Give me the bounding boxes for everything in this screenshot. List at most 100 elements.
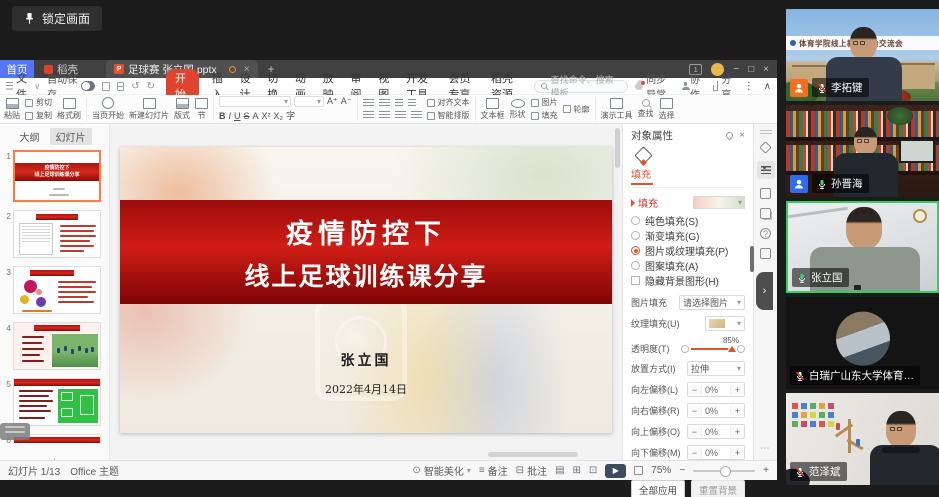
select-button[interactable]: 选择 — [659, 98, 675, 121]
fill-option-gradient[interactable]: 渐变填充(G) — [631, 228, 745, 243]
strikethrough-button[interactable]: S — [244, 111, 250, 121]
close-panel-icon[interactable]: × — [739, 130, 745, 141]
minus-icon[interactable]: − — [688, 385, 701, 395]
char-effect-button[interactable]: 字 — [286, 109, 295, 122]
tab-slides[interactable]: 幻灯片 — [50, 128, 92, 145]
outdent-icon[interactable] — [408, 99, 416, 108]
zoom-slider[interactable] — [693, 470, 755, 472]
redo-icon[interactable]: ↻ — [147, 81, 155, 92]
justify-icon[interactable] — [411, 111, 422, 120]
placement-select[interactable]: 拉伸▾ — [687, 361, 745, 376]
pin-panel-icon[interactable] — [725, 131, 735, 141]
collapse-panel-tab[interactable]: › — [756, 272, 773, 310]
decrease-font-button[interactable]: A⁻ — [341, 96, 352, 107]
plus-icon[interactable]: + — [731, 448, 744, 458]
start-from-page-button[interactable]: 当页开始 — [92, 97, 124, 121]
lock-screen-button[interactable]: 锁定画面 — [12, 6, 102, 31]
video-tile-participant-5[interactable]: 范泽斌 — [786, 393, 939, 485]
fill-option-pattern[interactable]: 图案填充(A) — [631, 258, 745, 273]
fit-slide-icon[interactable] — [634, 466, 643, 475]
more-panes-icon[interactable]: ⋯ — [761, 443, 771, 454]
smart-beautify-button[interactable]: ⊙智能美化▾ — [412, 463, 470, 478]
undo-icon[interactable]: ↺ — [131, 81, 139, 92]
selection-pane-icon[interactable] — [760, 208, 771, 219]
clipart-pane-icon[interactable] — [760, 248, 771, 259]
picture-fill-select[interactable]: 请选择图片▾ — [679, 295, 745, 310]
layout-button[interactable]: 版式 — [174, 98, 190, 121]
slider-handle[interactable] — [728, 346, 736, 352]
print-icon[interactable] — [117, 82, 124, 91]
slideshow-play-button[interactable]: ▶ — [605, 464, 626, 478]
align-left-icon[interactable] — [363, 111, 374, 120]
video-tile-participant-4[interactable]: 白瑞广山东大学体育… — [786, 297, 939, 389]
reading-view-button[interactable]: ⊡ — [589, 465, 597, 476]
fill-color-swatch[interactable]: ▾ — [693, 196, 745, 209]
texture-fill-select[interactable]: ▾ — [705, 316, 745, 331]
minus-icon[interactable]: − — [688, 406, 701, 416]
underline-button[interactable]: U — [234, 111, 241, 121]
align-center-icon[interactable] — [379, 111, 390, 120]
plus-icon[interactable]: + — [731, 406, 744, 416]
italic-button[interactable]: I — [229, 111, 232, 121]
command-search-box[interactable]: 查找命令、搜索模板 — [534, 80, 629, 93]
theme-name[interactable]: Office 主题 — [70, 463, 119, 478]
comments-button[interactable]: ⊟批注 — [516, 463, 547, 478]
slide-thumbnail-4[interactable]: 4 — [0, 322, 109, 378]
increase-font-button[interactable]: A⁺ — [327, 96, 338, 107]
autosave-toggle[interactable] — [81, 81, 96, 91]
panel-splitter-handle[interactable] — [750, 246, 754, 272]
save-icon[interactable] — [102, 82, 109, 91]
textbox-button[interactable]: 文本框 — [481, 98, 505, 121]
decrease-icon[interactable] — [681, 345, 689, 353]
bullet-list-icon[interactable] — [363, 99, 374, 108]
collapse-ribbon-icon[interactable]: ∧ — [764, 81, 771, 92]
slide-thumbnail-1[interactable]: 1 疫情防控下 线上足球训练课分享 — [0, 150, 109, 210]
zoom-in-button[interactable]: + — [763, 465, 769, 476]
slide-title-banner[interactable]: 疫情防控下 线上足球训练课分享 — [120, 200, 612, 304]
slide-canvas[interactable]: 疫情防控下 线上足球训练课分享 张立国 2022年4月14日 — [110, 124, 622, 460]
reset-background-button[interactable]: 重置背景 — [691, 480, 745, 497]
fill-option-solid[interactable]: 纯色填充(S) — [631, 213, 745, 228]
video-tile-participant-3-active-speaker[interactable]: 张立国 — [786, 201, 939, 293]
paste-button[interactable]: 粘贴 — [4, 98, 20, 121]
zoom-level[interactable]: 75% — [651, 465, 671, 476]
panel-tab-fill[interactable]: 填充 — [631, 143, 745, 188]
object-properties-pane-icon[interactable] — [757, 161, 775, 179]
fill-option-picture[interactable]: 图片或纹理填充(P) — [631, 243, 745, 258]
bold-button[interactable]: B — [219, 111, 226, 121]
plus-icon[interactable]: + — [731, 427, 744, 437]
transparency-slider[interactable]: 85% — [681, 345, 745, 353]
superscript-button[interactable]: X² — [262, 111, 271, 121]
font-family-select[interactable]: ▾ — [219, 96, 291, 107]
format-painter-button[interactable]: 格式刷 — [57, 98, 81, 121]
cut-button[interactable]: 剪切 — [25, 97, 52, 108]
normal-view-button[interactable]: ▤ — [555, 465, 564, 476]
minus-icon[interactable]: − — [688, 448, 701, 458]
tab-outline[interactable]: 大纲 — [18, 128, 42, 145]
shape-button[interactable]: 形状 — [510, 99, 526, 120]
insert-picture-button[interactable]: 图片 — [531, 97, 558, 108]
animation-pane-icon[interactable] — [760, 188, 771, 199]
offset-left-stepper[interactable]: −0%+ — [687, 382, 745, 397]
align-right-icon[interactable] — [395, 111, 406, 120]
hide-background-checkbox[interactable]: 隐藏背景图形(H) — [631, 273, 745, 288]
minus-icon[interactable]: − — [688, 427, 701, 437]
offset-down-stepper[interactable]: −0%+ — [687, 445, 745, 460]
plus-icon[interactable]: + — [731, 385, 744, 395]
smart-layout-button[interactable]: 智能排版 — [427, 110, 470, 121]
increase-icon[interactable] — [737, 345, 745, 353]
numbered-list-icon[interactable] — [379, 99, 390, 108]
drag-handle-icon[interactable] — [760, 130, 772, 134]
style-pane-icon[interactable] — [759, 141, 772, 154]
find-button[interactable]: 查找 — [638, 99, 654, 119]
subscript-button[interactable]: X₂ — [274, 111, 284, 121]
slide-thumbnail-3[interactable]: 3 — [0, 266, 109, 322]
font-size-select[interactable]: ▾ — [294, 96, 324, 107]
more-menu-icon[interactable]: ⋮ — [744, 81, 754, 92]
video-tile-participant-1[interactable]: 体育学院线上教学经验交流会 李拓键 — [786, 9, 939, 101]
font-color-button[interactable]: A — [253, 111, 259, 121]
current-slide[interactable]: 疫情防控下 线上足球训练课分享 张立国 2022年4月14日 — [120, 147, 612, 433]
video-tile-participant-2[interactable]: 孙晋海 — [786, 105, 939, 197]
horizontal-scrollbar[interactable] — [488, 452, 578, 457]
apply-all-button[interactable]: 全部应用 — [631, 480, 685, 497]
